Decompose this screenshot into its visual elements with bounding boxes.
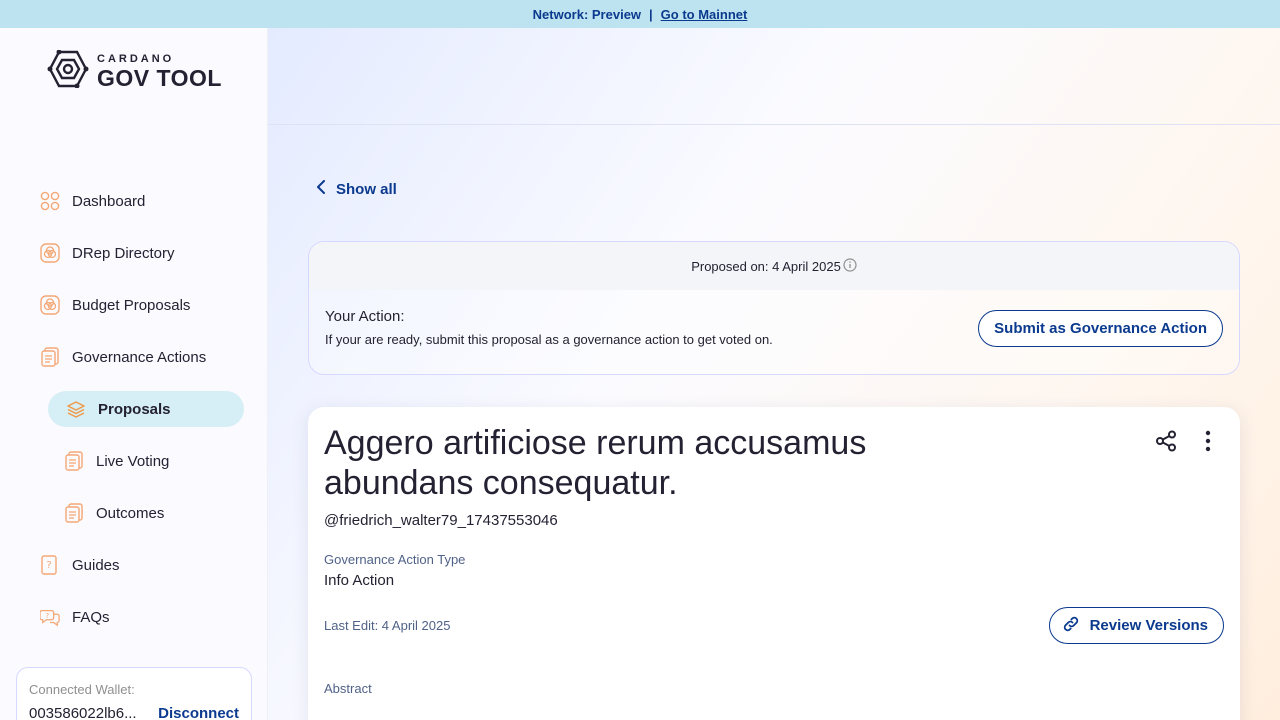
governance-action-type-value: Info Action [324, 572, 395, 589]
review-versions-button[interactable]: Review Versions [1048, 607, 1224, 644]
review-versions-label: Review Versions [1089, 617, 1208, 634]
sidebar-item-label: Guides [72, 556, 120, 574]
dashboard-icon [40, 191, 60, 211]
show-all-link[interactable]: Show all [316, 180, 397, 198]
your-action-card: Proposed on: 4 April 2025 Your Action: I… [308, 241, 1240, 375]
sidebar-item-outcomes[interactable]: Outcomes [64, 495, 164, 531]
proposed-on-date: Proposed on: 4 April 2025 [691, 258, 841, 274]
sidebar-item-label: Outcomes [96, 504, 165, 522]
document-icon [40, 347, 60, 367]
sidebar-item-proposals[interactable]: Proposals [48, 391, 244, 427]
sidebar-item-guides[interactable]: ? Guides [40, 547, 120, 583]
sidebar-item-label: Dashboard [72, 192, 146, 210]
sidebar-item-live-voting[interactable]: Live Voting [64, 443, 169, 479]
logo-small-text: CARDANO [97, 52, 175, 65]
your-action-description: If your are ready, submit this proposal … [325, 332, 773, 347]
your-action-heading: Your Action: [325, 308, 405, 325]
sidebar-item-drep-directory[interactable]: DRep Directory [40, 235, 175, 271]
wallet-address: 003586022lb6... [29, 705, 137, 720]
show-all-label: Show all [336, 180, 397, 198]
proposal-card: Aggero artificiose rerum accusamus abund… [308, 407, 1240, 720]
sidebar-item-governance-actions[interactable]: Governance Actions [40, 339, 206, 375]
logo-big-text: GOV TOOL [97, 64, 222, 91]
cardano-logo-icon [47, 49, 89, 93]
top-bar [268, 28, 1280, 125]
disconnect-button[interactable]: Disconnect [158, 705, 239, 720]
faq-icon: ? [40, 607, 60, 627]
sidebar-item-faqs[interactable]: ? FAQs [40, 599, 110, 635]
sidebar-item-budget-proposals[interactable]: Budget Proposals [40, 287, 190, 323]
last-edit-date: Last Edit: 4 April 2025 [324, 618, 451, 633]
sidebar-item-label: FAQs [72, 608, 110, 626]
app-logo[interactable]: CARDANO GOV TOOL [47, 49, 222, 93]
drep-icon [40, 243, 60, 263]
guide-icon: ? [40, 555, 60, 575]
sidebar-item-label: Governance Actions [72, 348, 207, 366]
main-content: Show all Proposed on: 4 April 2025 Your … [268, 28, 1280, 720]
sidebar-item-label: Proposals [98, 400, 171, 418]
sidebar: CARDANO GOV TOOL Dashboard DRep Director… [0, 28, 268, 720]
network-banner: Network: Preview | Go to Mainnet [0, 0, 1280, 28]
link-icon [1062, 615, 1080, 637]
layers-icon [66, 399, 86, 419]
svg-text:?: ? [45, 611, 49, 620]
budget-icon [40, 295, 60, 315]
chevron-left-icon [316, 180, 326, 198]
proposed-on-header: Proposed on: 4 April 2025 [309, 242, 1239, 290]
abstract-label: Abstract [324, 681, 372, 696]
banner-separator: | [649, 6, 653, 22]
sidebar-item-label: Live Voting [96, 452, 170, 470]
share-icon[interactable] [1154, 429, 1178, 453]
more-options-icon[interactable] [1196, 429, 1220, 453]
info-icon[interactable] [843, 257, 857, 275]
document-icon [64, 451, 84, 471]
go-to-mainnet-link[interactable]: Go to Mainnet [661, 7, 748, 22]
sidebar-item-dashboard[interactable]: Dashboard [40, 183, 145, 219]
connected-wallet-panel: Connected Wallet: 003586022lb6... Discon… [16, 667, 252, 720]
governance-action-type-label: Governance Action Type [324, 552, 466, 567]
sidebar-item-label: Budget Proposals [72, 296, 191, 314]
network-label: Network: Preview [532, 6, 642, 22]
wallet-label: Connected Wallet: [29, 682, 135, 697]
document-icon [64, 503, 84, 523]
proposal-author[interactable]: @friedrich_walter79_17437553046 [324, 512, 558, 529]
proposal-title: Aggero artificiose rerum accusamus abund… [324, 424, 867, 502]
svg-text:?: ? [46, 560, 51, 571]
submit-as-governance-action-button[interactable]: Submit as Governance Action [978, 310, 1223, 347]
sidebar-item-label: DRep Directory [72, 244, 175, 262]
